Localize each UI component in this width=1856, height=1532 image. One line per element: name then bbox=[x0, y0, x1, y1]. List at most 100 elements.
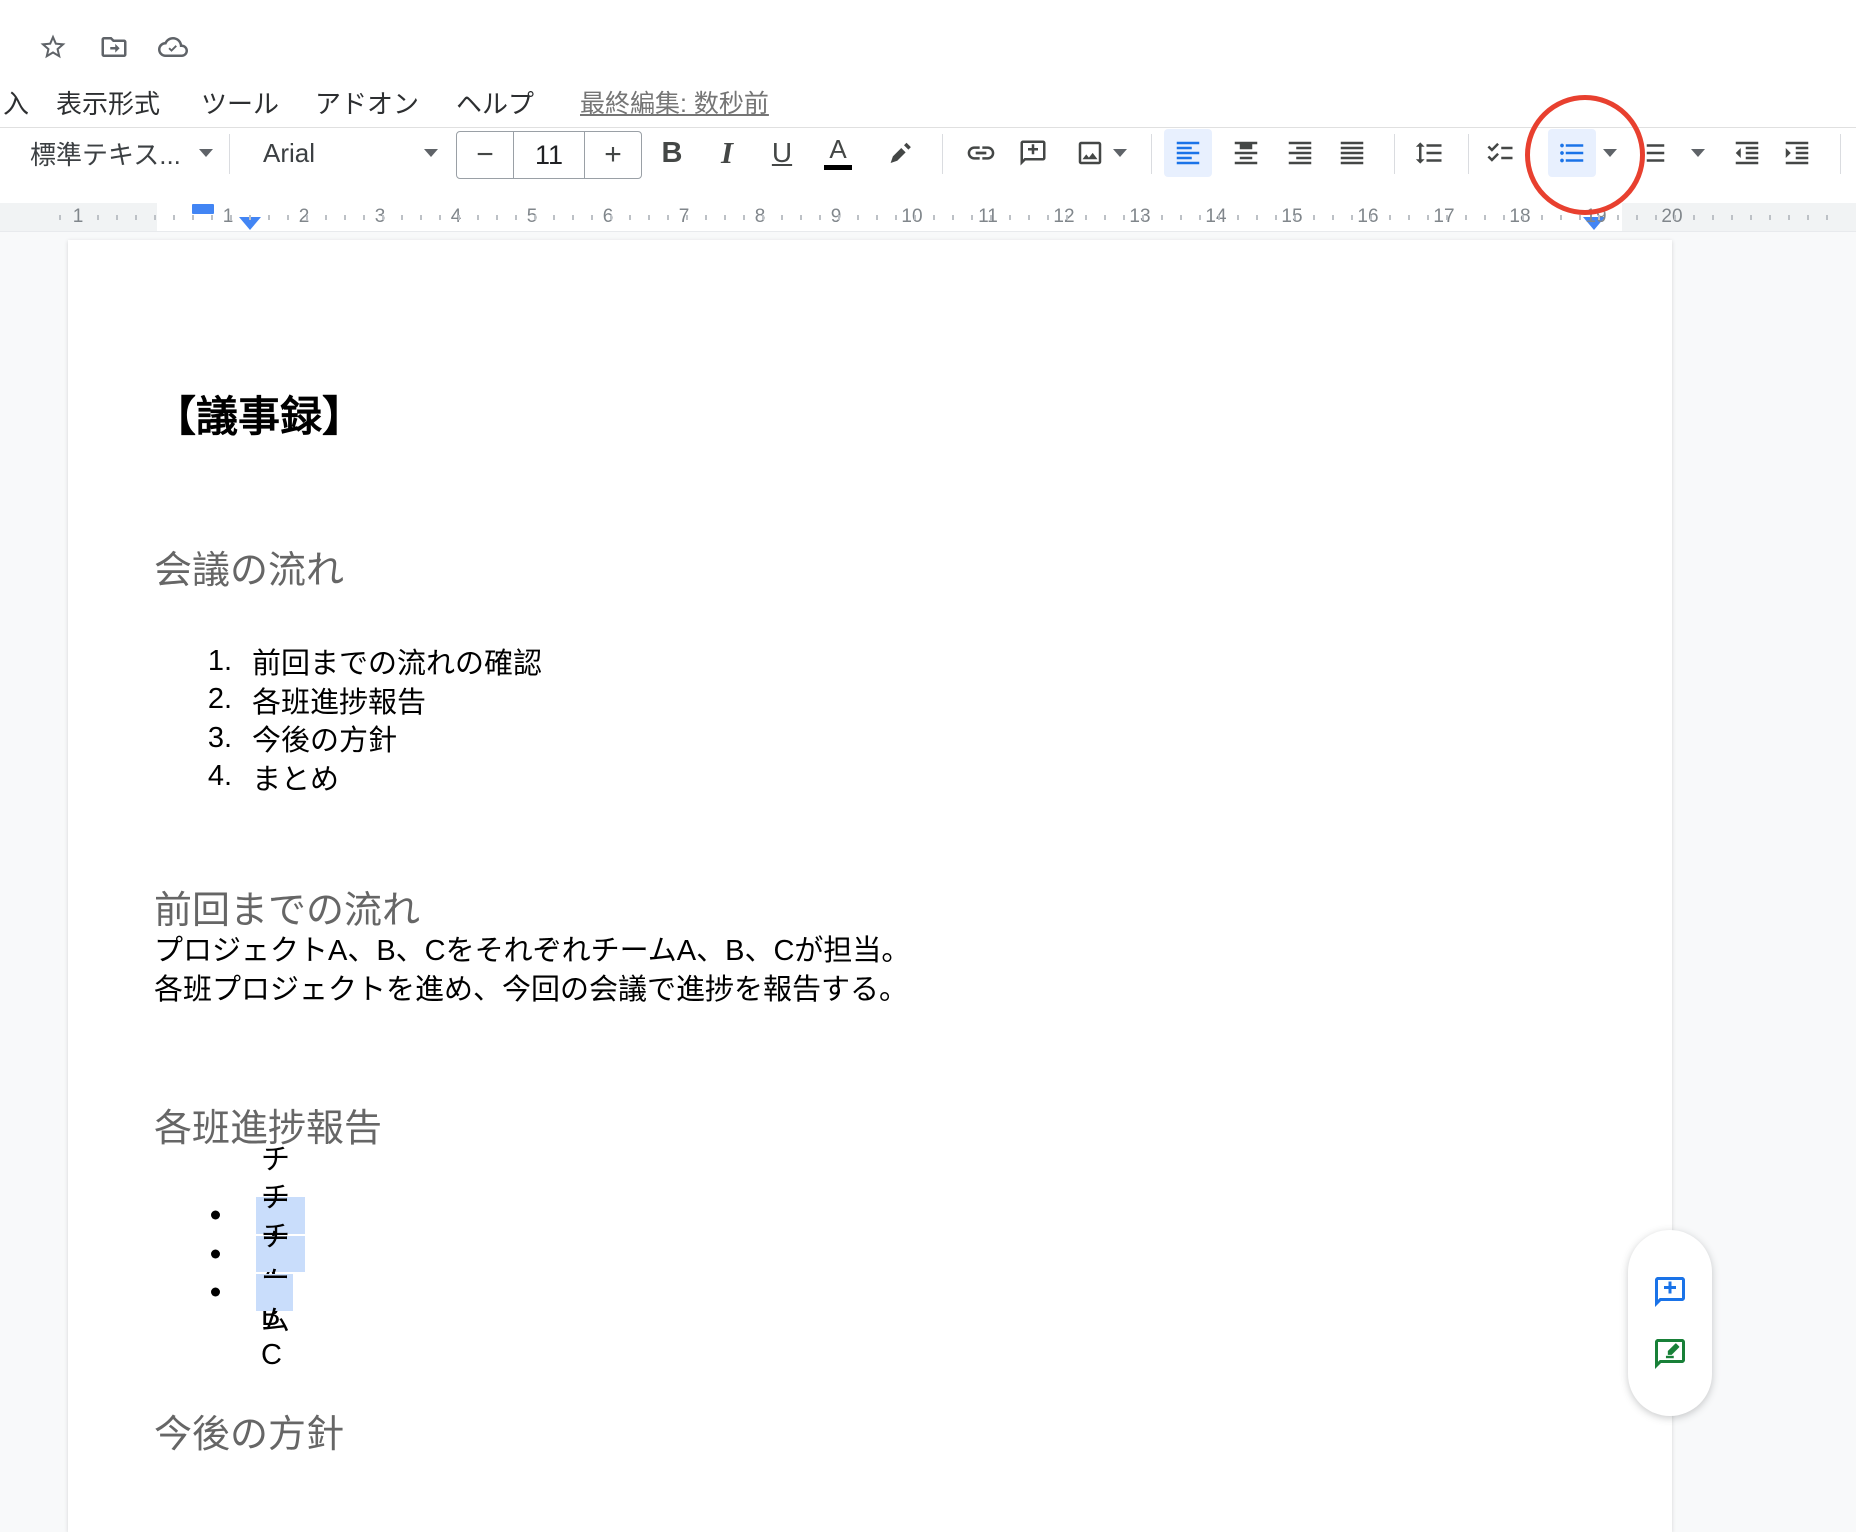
decrease-indent-button[interactable] bbox=[1723, 129, 1771, 177]
toolbar-separator bbox=[229, 134, 230, 174]
ruler-tick bbox=[933, 215, 935, 220]
ruler-tick bbox=[192, 215, 194, 220]
ruler-tick bbox=[1427, 215, 1429, 220]
ruler-tick bbox=[1465, 215, 1467, 220]
ruler-tick bbox=[895, 215, 897, 220]
insert-image-button[interactable] bbox=[1063, 129, 1139, 177]
ruler-tick bbox=[743, 215, 745, 220]
align-right-button[interactable] bbox=[1276, 129, 1324, 177]
ruler-tick bbox=[1370, 215, 1372, 220]
ruler-tick bbox=[914, 215, 916, 220]
star-icon[interactable] bbox=[38, 32, 68, 62]
insert-link-button[interactable] bbox=[957, 129, 1005, 177]
checklist-button[interactable] bbox=[1476, 129, 1524, 177]
ruler-tick bbox=[838, 215, 840, 220]
paragraph-style-selector[interactable]: 標準テキス... bbox=[24, 129, 220, 177]
highlight-color-button[interactable] bbox=[876, 129, 924, 177]
line-spacing-button[interactable] bbox=[1405, 129, 1453, 177]
bulleted-list-options-arrow[interactable] bbox=[1598, 129, 1622, 177]
ruler-tick bbox=[306, 215, 308, 220]
ruler-tick bbox=[1655, 215, 1657, 220]
align-left-button[interactable] bbox=[1164, 129, 1212, 177]
ruler-tick bbox=[1028, 215, 1030, 220]
last-edit-link[interactable]: 最終編集: 数秒前 bbox=[580, 84, 769, 120]
increase-indent-button[interactable] bbox=[1773, 129, 1821, 177]
toolbar-separator bbox=[1394, 134, 1395, 174]
menu-insert-partial[interactable]: 入 bbox=[3, 84, 29, 121]
previous-paragraph: プロジェクトA、B、CをそれぞれチームA、B、Cが担当。 各班プロジェクトを進め… bbox=[154, 932, 910, 1010]
bold-button[interactable]: B bbox=[648, 129, 696, 177]
ruler-tick bbox=[1579, 215, 1581, 220]
menu-format[interactable]: 表示形式 bbox=[56, 84, 160, 121]
toolbar-separator bbox=[942, 134, 943, 174]
ruler-tick bbox=[952, 215, 954, 220]
ruler-tick bbox=[1199, 215, 1201, 220]
ruler-tick bbox=[1636, 215, 1638, 220]
list-item: 1. 前回までの流れの確認 bbox=[154, 642, 542, 681]
bulleted-list-button[interactable] bbox=[1548, 129, 1596, 177]
ruler-tick bbox=[211, 215, 213, 220]
toolbar: 標準テキス... Arial − 11 + B I U A bbox=[0, 128, 1856, 202]
ruler-tick bbox=[1541, 215, 1543, 220]
ruler-tick bbox=[819, 215, 821, 220]
ruler-tick bbox=[1788, 215, 1790, 220]
menu-help[interactable]: ヘルプ bbox=[456, 84, 534, 121]
chevron-down-icon bbox=[424, 149, 438, 157]
font-size-decrease-button[interactable]: − bbox=[457, 132, 513, 178]
ruler-tick bbox=[439, 215, 441, 220]
floating-action-pill bbox=[1628, 1230, 1712, 1416]
document-page[interactable]: 【議事録】 会議の流れ 1. 前回までの流れの確認 2. 各班進捗報告 3. 今… bbox=[68, 240, 1672, 1532]
ruler-tick bbox=[401, 215, 403, 220]
folder-move-icon[interactable] bbox=[99, 32, 129, 62]
ruler-tick bbox=[1351, 215, 1353, 220]
menu-addons[interactable]: アドオン bbox=[315, 84, 419, 121]
text-color-button[interactable]: A bbox=[814, 129, 862, 177]
cloud-check-icon[interactable] bbox=[158, 32, 188, 62]
add-comment-floating-button[interactable] bbox=[1646, 1268, 1694, 1316]
document-title-text: 【議事録】 bbox=[154, 383, 364, 444]
numbered-list-options-arrow[interactable] bbox=[1686, 129, 1710, 177]
google-docs-app: 入 表示形式 ツール アドオン ヘルプ 最終編集: 数秒前 標準テキス... A… bbox=[0, 0, 1856, 1532]
italic-button[interactable]: I bbox=[703, 129, 751, 177]
ruler-tick bbox=[1237, 215, 1239, 220]
ruler-tick bbox=[1256, 215, 1258, 220]
selected-text: チームC bbox=[256, 1274, 293, 1311]
heading-future: 今後の方針 bbox=[154, 1403, 344, 1458]
ruler-tick bbox=[705, 215, 707, 220]
ruler-tick bbox=[857, 215, 859, 220]
suggest-edits-button[interactable] bbox=[1646, 1330, 1694, 1378]
ruler-tick bbox=[382, 215, 384, 220]
underline-button[interactable]: U bbox=[758, 129, 806, 177]
workspace: 【議事録】 会議の流れ 1. 前回までの流れの確認 2. 各班進捗報告 3. 今… bbox=[0, 232, 1856, 1532]
ruler-tick bbox=[515, 215, 517, 220]
ruler-number: 14 bbox=[1205, 205, 1226, 229]
align-justify-button[interactable] bbox=[1328, 129, 1376, 177]
font-selector[interactable]: Arial bbox=[248, 129, 444, 177]
ruler-tick bbox=[116, 215, 118, 220]
ruler-number: 13 bbox=[1129, 205, 1150, 229]
first-line-indent-marker[interactable] bbox=[192, 204, 214, 214]
font-name-label: Arial bbox=[263, 138, 315, 169]
ruler-tick bbox=[1104, 215, 1106, 220]
chevron-down-icon bbox=[1113, 149, 1127, 157]
ruler-number: 12 bbox=[1053, 205, 1074, 229]
align-center-button[interactable] bbox=[1222, 129, 1270, 177]
bullet-dot bbox=[211, 1211, 220, 1220]
numbered-list-button[interactable] bbox=[1629, 129, 1677, 177]
menu-tools[interactable]: ツール bbox=[201, 84, 279, 121]
ruler-tick bbox=[1180, 215, 1182, 220]
font-size-control: − 11 + bbox=[456, 131, 642, 179]
toolbar-separator bbox=[1468, 134, 1469, 174]
font-size-input[interactable]: 11 bbox=[513, 132, 585, 178]
chevron-down-icon bbox=[199, 149, 213, 157]
text-color-swatch bbox=[824, 165, 852, 170]
ruler-number: 16 bbox=[1357, 205, 1378, 229]
ruler-margin-number: 1 bbox=[73, 205, 84, 229]
ruler-tick bbox=[458, 215, 460, 220]
font-size-increase-button[interactable]: + bbox=[585, 132, 641, 178]
list-item: 4. まとめ bbox=[154, 758, 542, 797]
add-comment-button[interactable] bbox=[1009, 129, 1057, 177]
ruler-tick bbox=[477, 215, 479, 220]
list-item: 3. 今後の方針 bbox=[154, 719, 542, 758]
ruler-tick bbox=[1218, 215, 1220, 220]
